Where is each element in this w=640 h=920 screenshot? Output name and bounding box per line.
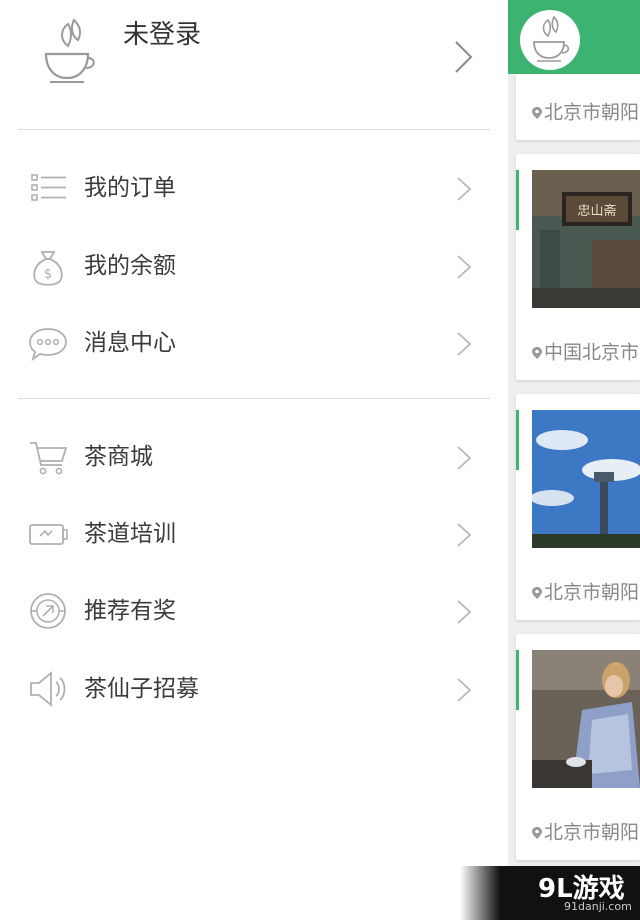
site-watermark: 9L游戏 91danji.com [460, 866, 640, 920]
chevron-right-icon [457, 446, 472, 470]
gift-coin-icon [30, 593, 66, 629]
tea-ceremony-photo [532, 650, 640, 788]
feed-card[interactable]: 北京市朝阳 [516, 74, 640, 140]
divider [18, 398, 490, 399]
card-location: 北京市朝阳 [532, 572, 640, 612]
card-accent [516, 650, 519, 710]
tower-photo [532, 410, 640, 548]
list-icon [31, 174, 66, 201]
menu-label: 我的订单 [84, 175, 176, 201]
menu-item-tea-training[interactable]: 茶道培训 [0, 499, 508, 569]
battery-icon [29, 524, 68, 545]
chevron-right-icon [457, 177, 472, 201]
top-bar [508, 0, 640, 74]
card-accent [516, 410, 519, 470]
chat-bubble-icon [29, 328, 67, 362]
chevron-right-icon [455, 41, 473, 73]
menu-item-my-orders[interactable]: 我的订单 [0, 153, 508, 223]
teacup-avatar-icon [44, 18, 95, 83]
location-pin-icon [532, 586, 542, 599]
feed-card[interactable]: 北京市朝阳 [516, 394, 640, 620]
watermark-url: 91danji.com [564, 900, 632, 913]
menu-label: 茶道培训 [84, 521, 176, 547]
chevron-right-icon [457, 332, 472, 356]
profile-header[interactable]: 未登录 [0, 0, 508, 128]
menu-label: 推荐有奖 [84, 598, 176, 624]
menu-item-message-center[interactable]: 消息中心 [0, 308, 508, 378]
menu-item-tea-fairy-recruit[interactable]: 茶仙子招募 [0, 654, 508, 724]
card-location: 北京市朝阳 [532, 812, 640, 852]
username-label: 未登录 [123, 20, 202, 50]
card-location: 中国北京市 [532, 332, 640, 372]
card-accent [516, 170, 519, 230]
menu-item-referral-reward[interactable]: 推荐有奖 [0, 576, 508, 646]
feed-card[interactable]: 忠山斋 中国北京市 [516, 154, 640, 380]
menu-label: 消息中心 [84, 330, 176, 356]
user-avatar[interactable] [520, 10, 580, 70]
money-bag-icon: $ [33, 251, 63, 286]
chevron-right-icon [457, 600, 472, 624]
menu-label: 茶商城 [84, 444, 153, 470]
divider [18, 129, 490, 130]
watermark-fade [460, 866, 500, 920]
menu-item-tea-mall[interactable]: 茶商城 [0, 422, 508, 492]
menu-item-my-balance[interactable]: $ 我的余额 [0, 231, 508, 301]
menu-label: 茶仙子招募 [84, 676, 199, 702]
cart-icon [30, 442, 68, 475]
location-pin-icon [532, 106, 542, 119]
location-pin-icon [532, 346, 542, 359]
main-content-peek[interactable]: 北京市朝阳 忠山斋 中国北京市 北京市朝阳 北京市朝阳 [508, 0, 640, 920]
feed-card[interactable]: 北京市朝阳 [516, 634, 640, 860]
location-pin-icon [532, 826, 542, 839]
chevron-right-icon [457, 255, 472, 279]
teacup-avatar-icon [533, 15, 570, 62]
chevron-right-icon [457, 678, 472, 702]
chevron-right-icon [457, 523, 472, 547]
card-location: 北京市朝阳 [532, 92, 640, 132]
svg-text:忠山斋: 忠山斋 [577, 203, 616, 219]
svg-text:$: $ [44, 267, 52, 282]
menu-label: 我的余额 [84, 253, 176, 279]
speaker-icon [30, 671, 66, 707]
teahouse-photo: 忠山斋 [532, 170, 640, 308]
side-drawer: 未登录 我的订单 $ 我的余额 消息中心 茶商城 茶道培训 推荐有奖 茶仙子招募 [0, 0, 508, 920]
